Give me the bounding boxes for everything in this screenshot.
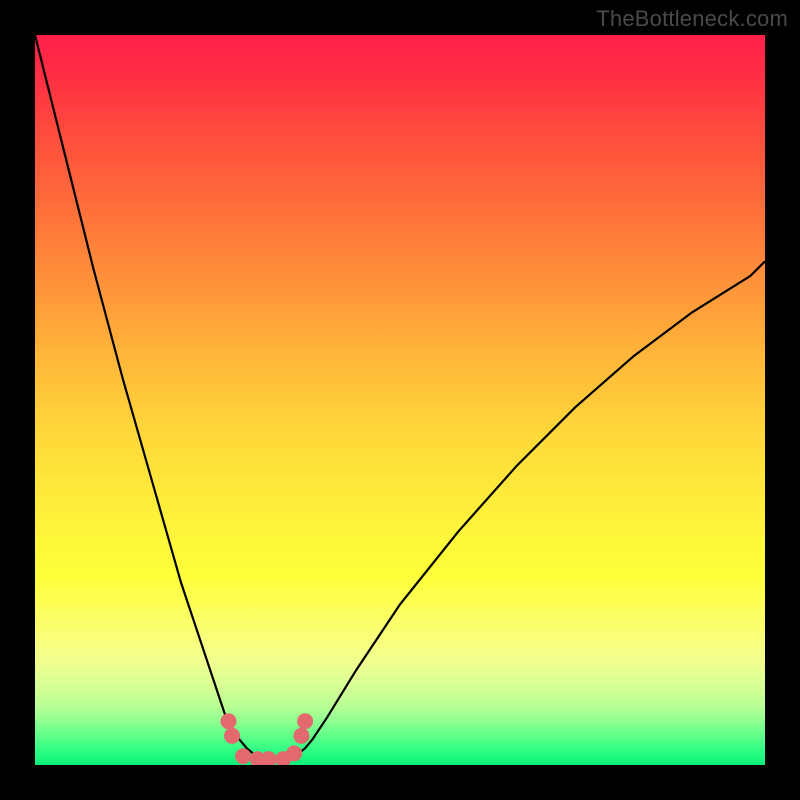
trough-markers (220, 713, 313, 765)
curve-overlay (35, 35, 765, 765)
trough-marker (220, 713, 236, 729)
trough-marker (224, 728, 240, 744)
right-curve (276, 261, 765, 760)
left-curve (35, 35, 276, 760)
trough-marker (293, 728, 309, 744)
chart-container: TheBottleneck.com (0, 0, 800, 800)
trough-marker (235, 748, 251, 764)
watermark-text: TheBottleneck.com (596, 6, 788, 32)
trough-marker (286, 745, 302, 761)
trough-marker (297, 713, 313, 729)
